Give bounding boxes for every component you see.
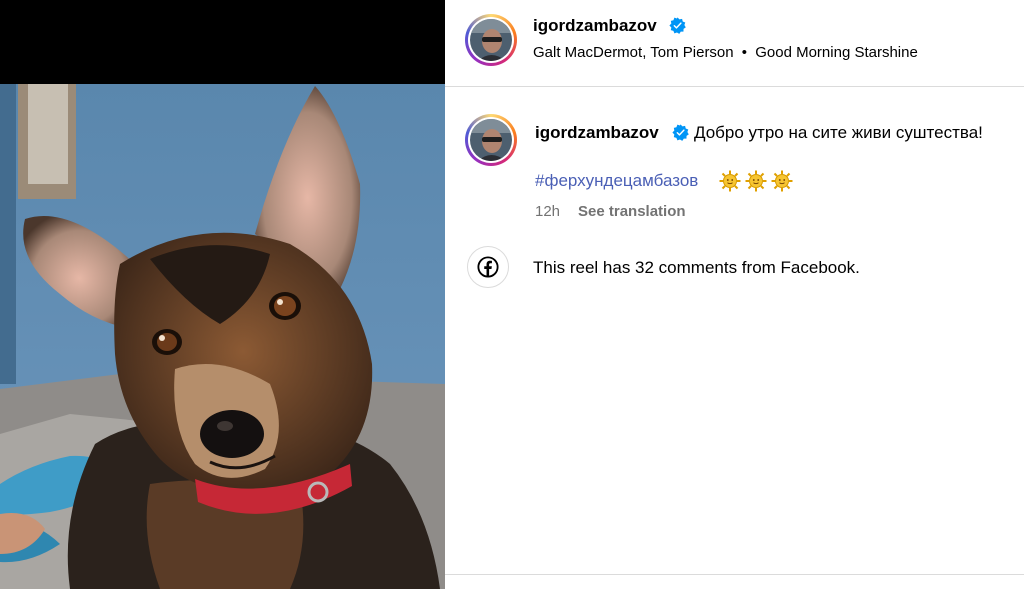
- post-details-panel: igordzambazov Galt MacDermot, Tom Pierso…: [445, 0, 1024, 589]
- audio-artists[interactable]: Galt MacDermot, Tom Pierson: [533, 44, 734, 61]
- sun-face-icon: [719, 170, 741, 192]
- see-translation-button[interactable]: See translation: [578, 203, 686, 220]
- facebook-icon-container: [467, 246, 509, 288]
- sun-face-icon: [745, 170, 767, 192]
- verified-badge-icon: [672, 124, 689, 141]
- user-avatar-image: [470, 119, 512, 161]
- user-avatar-image: [470, 19, 512, 61]
- caption-avatar[interactable]: [465, 114, 517, 166]
- sun-face-icon: [771, 170, 793, 192]
- caption-hashtag[interactable]: #ферхундецамбазов: [535, 171, 698, 191]
- header-username[interactable]: igordzambazov: [533, 16, 657, 36]
- audio-info: Galt MacDermot, Tom Pierson • Good Morni…: [533, 44, 918, 61]
- caption-text: Добро утро на сите живи суштества!: [694, 123, 983, 142]
- verified-badge-icon: [669, 17, 686, 34]
- post-timestamp[interactable]: 12h: [535, 203, 560, 220]
- dog-photo: [0, 84, 445, 589]
- reel-post-view: igordzambazov Galt MacDermot, Tom Pierso…: [0, 0, 1024, 589]
- divider: [445, 574, 1024, 575]
- caption-username[interactable]: igordzambazov: [535, 123, 659, 143]
- audio-separator: •: [741, 44, 748, 61]
- audio-song-title[interactable]: Good Morning Starshine: [755, 44, 918, 61]
- facebook-icon: [477, 256, 499, 278]
- reel-media[interactable]: [0, 0, 445, 589]
- facebook-comments-notice: This reel has 32 comments from Facebook.: [533, 258, 860, 277]
- header-avatar[interactable]: [465, 14, 517, 66]
- post-header: igordzambazov Galt MacDermot, Tom Pierso…: [445, 0, 1024, 87]
